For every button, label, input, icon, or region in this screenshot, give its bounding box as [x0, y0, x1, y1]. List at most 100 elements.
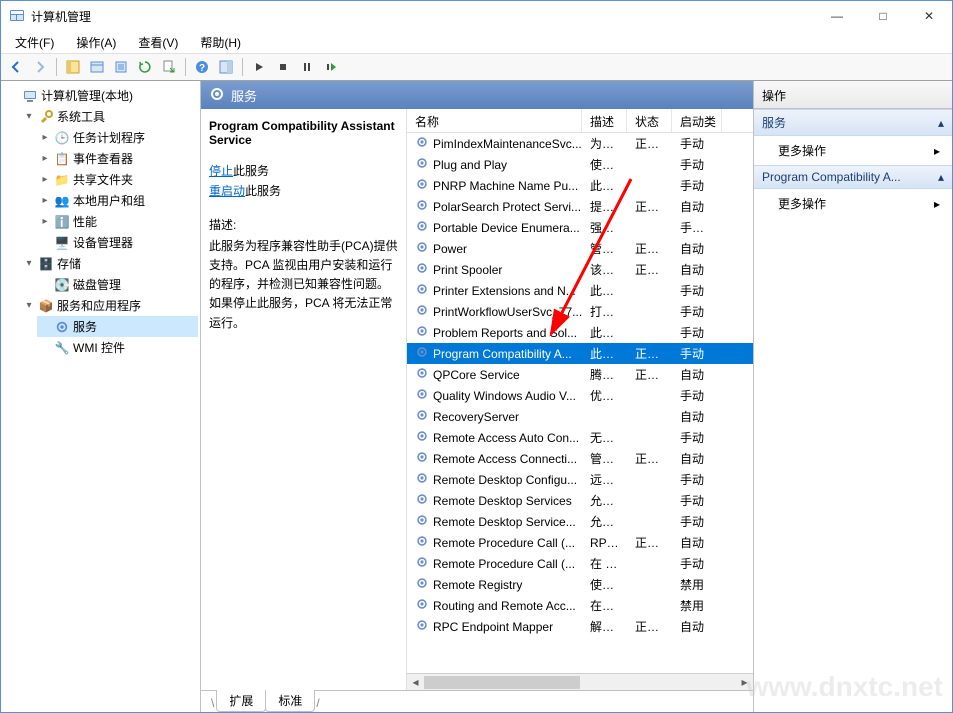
service-row[interactable]: Power管理...正在...自动 — [407, 238, 753, 259]
expander-icon[interactable] — [7, 90, 19, 102]
actions-group-services[interactable]: 服务 ▴ — [754, 109, 952, 136]
menu-file[interactable]: 文件(F) — [9, 32, 60, 53]
expander-icon[interactable]: ▸ — [39, 195, 51, 207]
maximize-button[interactable]: □ — [860, 1, 906, 31]
refresh-button[interactable] — [134, 56, 156, 78]
expander-icon[interactable]: ▸ — [39, 153, 51, 165]
service-startup-cell: 手动 — [672, 492, 722, 509]
expander-icon[interactable]: ▸ — [39, 132, 51, 144]
service-row[interactable]: Printer Extensions and N...此服...手动 — [407, 280, 753, 301]
folder-icon: 📁 — [54, 172, 70, 188]
menu-view[interactable]: 查看(V) — [132, 32, 184, 53]
restart-service-button[interactable] — [320, 56, 342, 78]
service-name: Printer Extensions and N... — [433, 284, 576, 298]
service-row[interactable]: PolarSearch Protect Servi...提供...正在...自动 — [407, 196, 753, 217]
tab-extended[interactable]: 扩展 — [216, 690, 266, 712]
service-row[interactable]: Problem Reports and Sol...此服...手动 — [407, 322, 753, 343]
service-desc-cell: 管理... — [582, 450, 627, 467]
stop-service-button[interactable] — [272, 56, 294, 78]
properties-button[interactable] — [86, 56, 108, 78]
service-row[interactable]: Routing and Remote Acc...在局...禁用 — [407, 595, 753, 616]
tree-services[interactable]: 服务 — [37, 316, 198, 337]
tree-services-apps[interactable]: ▾ 📦 服务和应用程序 — [21, 295, 198, 316]
nav-back-button[interactable] — [5, 56, 27, 78]
service-row[interactable]: PrintWorkflowUserSvc_77...打印...手动 — [407, 301, 753, 322]
service-row[interactable]: Remote Procedure Call (...在 W...手动 — [407, 553, 753, 574]
column-description[interactable]: 描述 — [582, 109, 627, 132]
service-row[interactable]: Portable Device Enumera...强制...手动(触 — [407, 217, 753, 238]
help-button[interactable]: ? — [191, 56, 213, 78]
scroll-left-arrow[interactable]: ◂ — [407, 674, 424, 691]
horizontal-scrollbar[interactable]: ◂ ▸ — [407, 673, 753, 690]
expander-icon[interactable]: ▾ — [23, 258, 35, 270]
service-name: QPCore Service — [433, 368, 520, 382]
show-hide-tree-button[interactable] — [62, 56, 84, 78]
expander-icon[interactable]: ▸ — [39, 216, 51, 228]
service-row[interactable]: Remote Access Auto Con...无论...手动 — [407, 427, 753, 448]
service-desc-cell: 无论... — [582, 429, 627, 446]
tree-performance[interactable]: ▸ℹ️性能 — [37, 211, 198, 232]
expander-icon[interactable]: ▸ — [39, 174, 51, 186]
service-row[interactable]: Remote Desktop Services允许...手动 — [407, 490, 753, 511]
tree-system-tools[interactable]: ▾ 系统工具 — [21, 106, 198, 127]
service-row[interactable]: PNRP Machine Name Pu...此服...手动 — [407, 175, 753, 196]
actions-more-1[interactable]: 更多操作 ▸ — [754, 136, 952, 165]
service-row[interactable]: RPC Endpoint Mapper解析 ...正在...自动 — [407, 616, 753, 637]
tree-wmi[interactable]: 🔧WMI 控件 — [37, 337, 198, 358]
scroll-right-arrow[interactable]: ▸ — [736, 674, 753, 691]
service-startup-cell: 自动 — [672, 408, 722, 425]
actions-more-2[interactable]: 更多操作 ▸ — [754, 189, 952, 218]
tree-task-scheduler[interactable]: ▸🕒任务计划程序 — [37, 127, 198, 148]
tree-shared-folders[interactable]: ▸📁共享文件夹 — [37, 169, 198, 190]
service-row[interactable]: Quality Windows Audio V...优质 ...手动 — [407, 385, 753, 406]
export-list-button[interactable] — [158, 56, 180, 78]
service-row[interactable]: Print Spooler该服...正在...自动 — [407, 259, 753, 280]
column-name[interactable]: 名称 — [407, 109, 582, 132]
service-name: Remote Access Auto Con... — [433, 431, 579, 445]
service-row[interactable]: Remote Desktop Configu...远程...手动 — [407, 469, 753, 490]
description-text: 此服务为程序兼容性助手(PCA)提供支持。PCA 监视由用户安装和运行的程序，并… — [209, 237, 398, 333]
list-body[interactable]: PimIndexMaintenanceSvc...为联...正在...手动Plu… — [407, 133, 753, 673]
service-row[interactable]: Remote Access Connecti...管理...正在...自动 — [407, 448, 753, 469]
service-row[interactable]: Plug and Play使计...手动 — [407, 154, 753, 175]
close-button[interactable]: ✕ — [906, 1, 952, 31]
service-row[interactable]: PimIndexMaintenanceSvc...为联...正在...手动 — [407, 133, 753, 154]
tree-device-manager[interactable]: 🖥️设备管理器 — [37, 232, 198, 253]
service-name-cell: Portable Device Enumera... — [407, 219, 582, 236]
pause-service-button[interactable] — [296, 56, 318, 78]
tree-event-viewer[interactable]: ▸📋事件查看器 — [37, 148, 198, 169]
service-row[interactable]: Program Compatibility A...此服...正在...手动 — [407, 343, 753, 364]
scroll-track[interactable] — [424, 674, 736, 691]
nav-forward-button[interactable] — [29, 56, 51, 78]
scroll-thumb[interactable] — [424, 676, 580, 689]
gear-icon — [415, 576, 429, 593]
expander-icon[interactable]: ▾ — [23, 300, 35, 312]
action-label: 更多操作 — [778, 142, 826, 159]
menu-action[interactable]: 操作(A) — [70, 32, 122, 53]
service-row[interactable]: Remote Procedure Call (...RPC...正在...自动 — [407, 532, 753, 553]
stop-service-link[interactable]: 停止 — [209, 164, 233, 178]
link-suffix: 此服务 — [245, 184, 281, 198]
tree-storage[interactable]: ▾ 🗄️ 存储 — [21, 253, 198, 274]
column-startup[interactable]: 启动类 — [672, 109, 722, 132]
expander-icon[interactable]: ▾ — [23, 111, 35, 123]
service-row[interactable]: Remote Registry使远...禁用 — [407, 574, 753, 595]
menu-help[interactable]: 帮助(H) — [194, 32, 247, 53]
start-service-button[interactable] — [248, 56, 270, 78]
service-name-cell: Remote Registry — [407, 576, 582, 593]
tab-standard[interactable]: 标准 — [265, 690, 315, 712]
service-name-cell: Printer Extensions and N... — [407, 282, 582, 299]
actions-group-selected[interactable]: Program Compatibility A... ▴ — [754, 165, 952, 189]
column-status[interactable]: 状态 — [627, 109, 672, 132]
service-row[interactable]: QPCore Service腾讯...正在...自动 — [407, 364, 753, 385]
action-pane-button[interactable] — [215, 56, 237, 78]
minimize-button[interactable]: — — [814, 1, 860, 31]
service-row[interactable]: Remote Desktop Service...允许...手动 — [407, 511, 753, 532]
tab-separator: \ — [209, 694, 216, 712]
tree-disk-management[interactable]: 💽磁盘管理 — [37, 274, 198, 295]
service-row[interactable]: RecoveryServer自动 — [407, 406, 753, 427]
tree-root[interactable]: 计算机管理(本地) — [5, 85, 198, 106]
restart-service-link[interactable]: 重启动 — [209, 184, 245, 198]
export-button[interactable] — [110, 56, 132, 78]
tree-local-users[interactable]: ▸👥本地用户和组 — [37, 190, 198, 211]
